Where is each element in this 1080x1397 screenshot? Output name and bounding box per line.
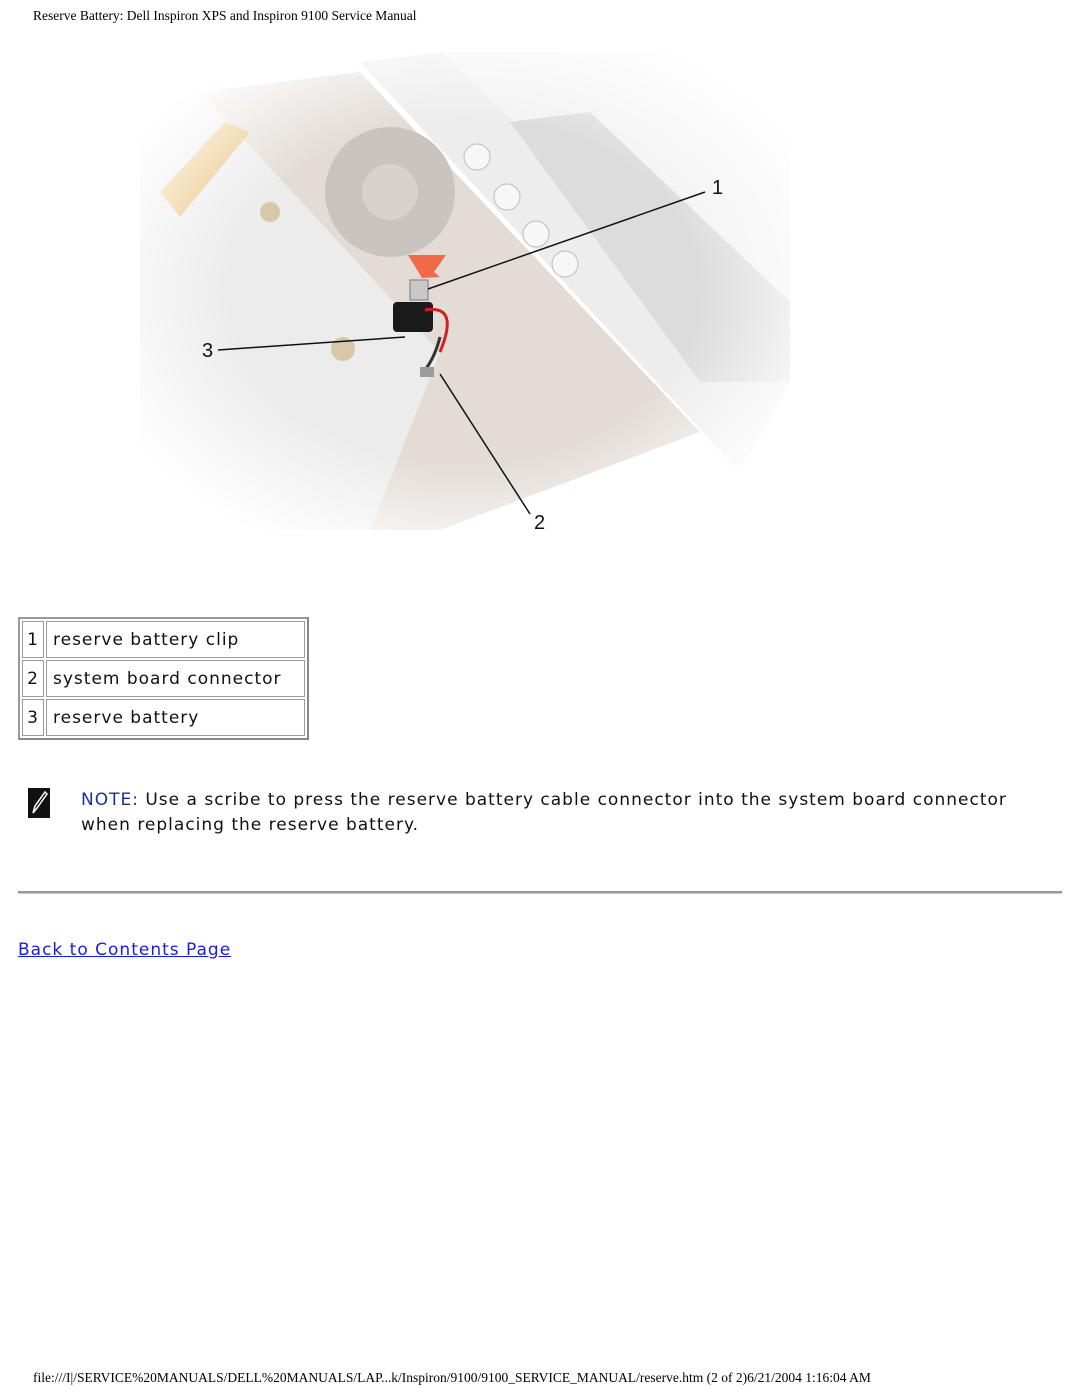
callout-label-3: 3	[202, 340, 213, 362]
callout-label-2: 2	[534, 512, 545, 530]
table-row: 1 reserve battery clip	[22, 621, 305, 658]
callout-number: 3	[22, 699, 44, 736]
table-row: 2 system board connector	[22, 660, 305, 697]
callout-description: reserve battery clip	[46, 621, 305, 658]
table-row: 3 reserve battery	[22, 699, 305, 736]
callout-legend-table: 1 reserve battery clip 2 system board co…	[18, 617, 309, 740]
callout-description: system board connector	[46, 660, 305, 697]
pencil-note-icon	[28, 788, 50, 818]
page-footer: file:///I|/SERVICE%20MANUALS/DELL%20MANU…	[33, 1370, 871, 1385]
callout-number: 2	[22, 660, 44, 697]
note-text: NOTE: Use a scribe to press the reserve …	[81, 788, 1021, 838]
back-to-contents-link[interactable]: Back to Contents Page	[18, 940, 231, 960]
illustration-svg: 1 2 3	[140, 52, 790, 534]
reserve-battery-illustration: 1 2 3	[140, 52, 790, 534]
callout-label-1: 1	[712, 177, 723, 199]
note-body: Use a scribe to press the reserve batter…	[81, 790, 1007, 835]
horizontal-divider	[18, 891, 1062, 894]
page-header: Reserve Battery: Dell Inspiron XPS and I…	[33, 8, 417, 23]
callout-number: 1	[22, 621, 44, 658]
callout-description: reserve battery	[46, 699, 305, 736]
illustration-fade	[140, 52, 790, 530]
note-label: NOTE:	[81, 790, 139, 810]
